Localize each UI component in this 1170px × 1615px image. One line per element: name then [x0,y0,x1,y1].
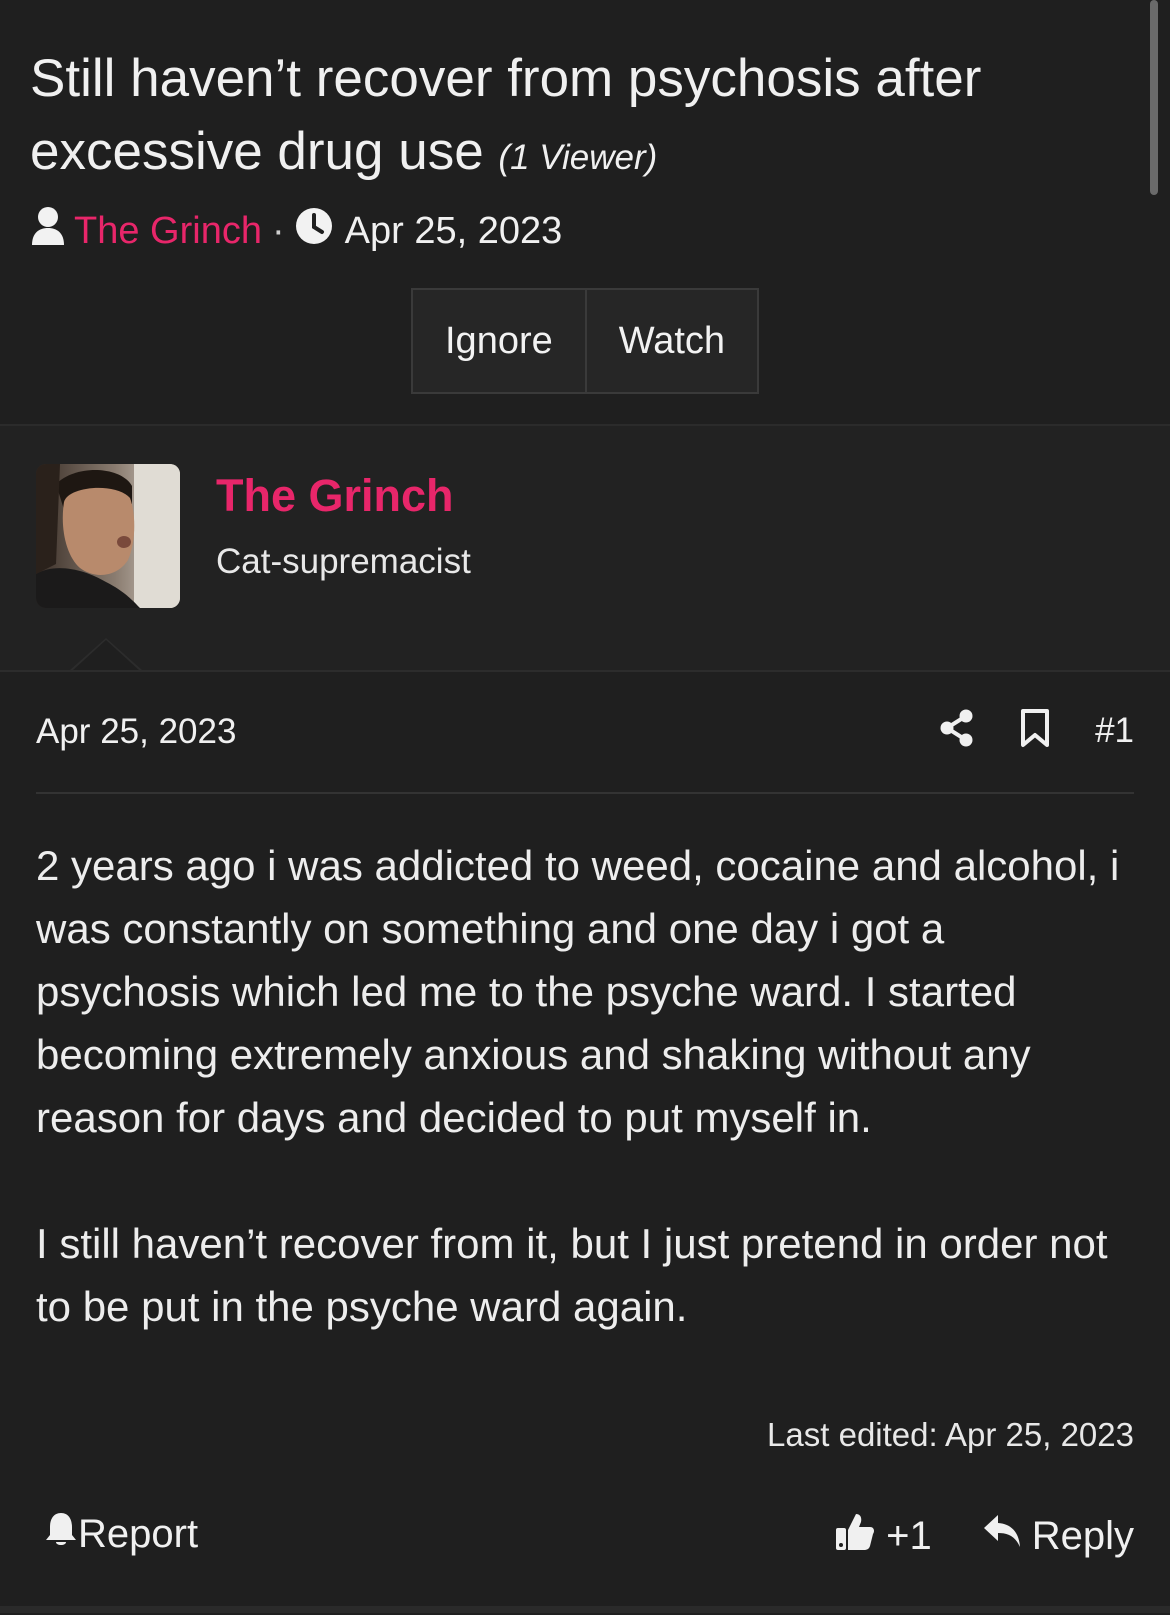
post-footer: Report +1 Reply [0,1510,1170,1570]
thread-meta: The Grinch · Apr 25, 2023 [30,205,562,257]
ignore-button[interactable]: Ignore [413,290,585,392]
thread-header: Still haven’t recover from psychosis aft… [0,0,1170,426]
reply-button[interactable]: Reply [982,1513,1134,1559]
watch-button[interactable]: Watch [584,290,758,392]
post-body: 2 years ago i was addicted to weed, coca… [36,834,1136,1338]
thread-actions: Ignore Watch [411,288,760,394]
report-button[interactable]: Report [44,1510,198,1558]
divider [36,792,1134,794]
avatar[interactable] [36,464,180,608]
reply-icon [982,1513,1022,1559]
reaction-count: +1 [886,1513,932,1558]
post-date[interactable]: Apr 25, 2023 [36,712,236,752]
bookmark-icon[interactable] [1019,708,1051,753]
post-paragraph: I still haven’t recover from it, but I j… [36,1220,1108,1330]
post-author-name[interactable]: The Grinch [216,470,454,522]
post: Apr 25, 2023 #1 2 years ago i was addict… [0,670,1170,1615]
user-title: Cat-supremacist [216,542,471,581]
like-button[interactable]: +1 [834,1510,932,1562]
report-label: Report [78,1511,199,1556]
user-icon [30,206,66,256]
thumbs-up-icon [834,1510,876,1562]
reply-label: Reply [1031,1513,1134,1558]
post-reactions: +1 Reply [834,1510,1134,1562]
bottom-divider [0,1606,1170,1613]
thread-title: Still haven’t recover from psychosis aft… [30,42,1110,194]
last-edited: Last edited: Apr 25, 2023 [767,1416,1134,1453]
post-user-block: The Grinch Cat-supremacist [0,426,1170,670]
scrollbar[interactable] [1150,0,1158,195]
post-number-link[interactable]: #1 [1095,711,1134,751]
bell-icon [44,1510,78,1558]
viewer-count: (1 Viewer) [498,138,658,177]
thread-author-link[interactable]: The Grinch [74,210,262,253]
user-block-arrow [70,638,142,671]
post-paragraph: 2 years ago i was addicted to weed, coca… [36,842,1120,1141]
post-actions-top: #1 [939,708,1134,753]
share-icon[interactable] [939,709,975,752]
thread-date[interactable]: Apr 25, 2023 [345,210,563,253]
clock-icon [295,207,333,255]
meta-separator: · [271,209,285,252]
